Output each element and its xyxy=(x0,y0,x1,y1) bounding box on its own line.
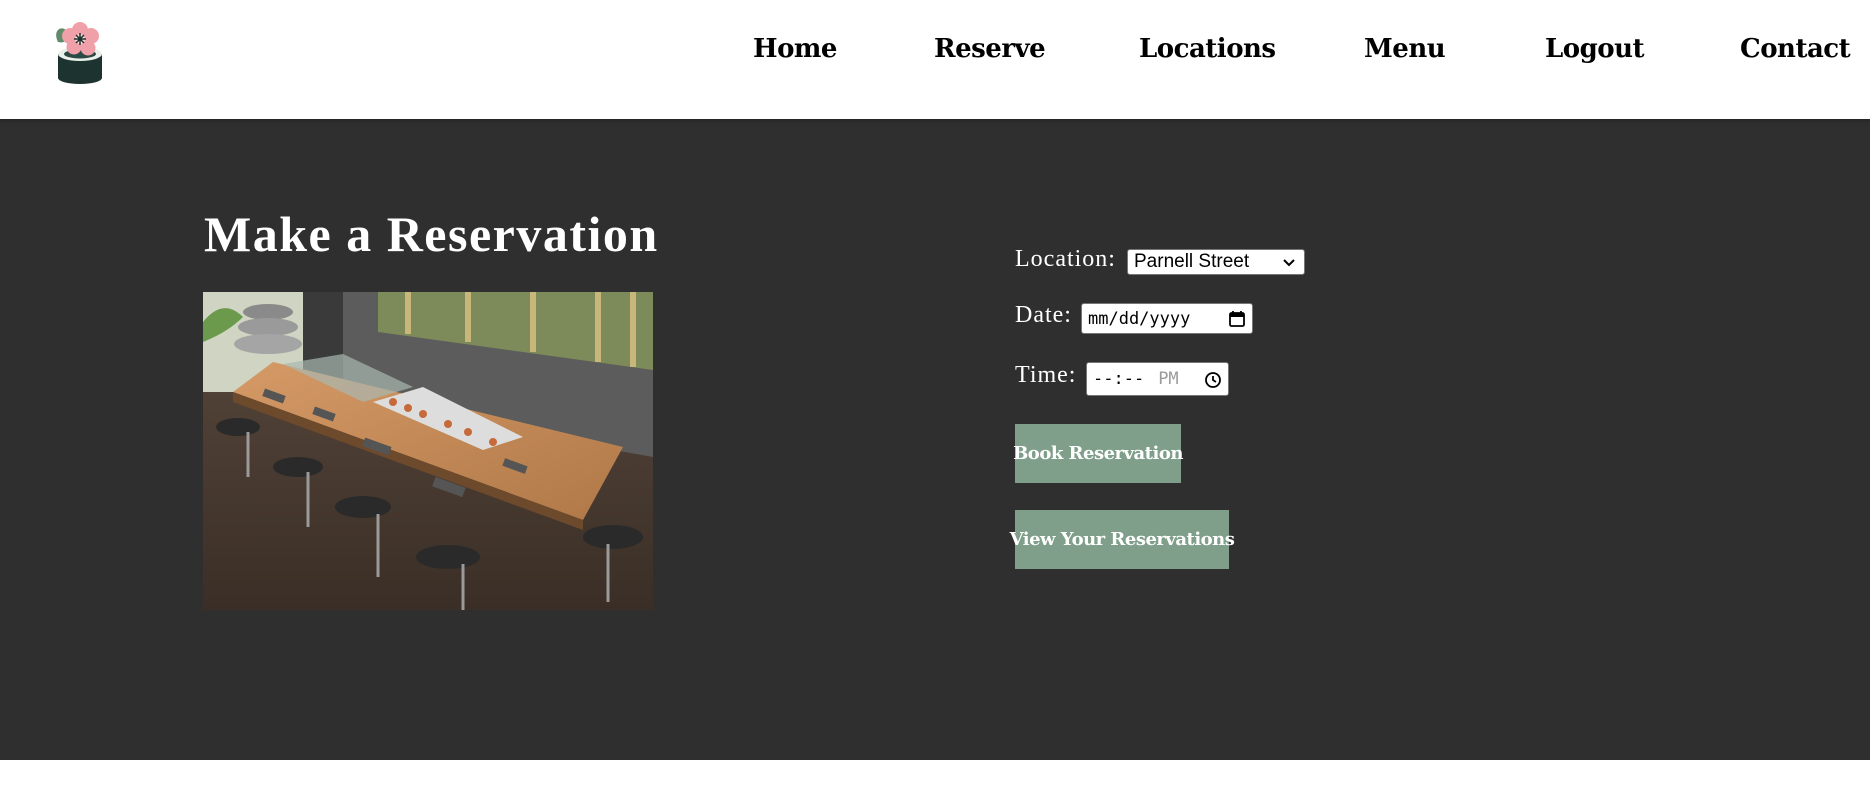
nav-contact[interactable]: Contact xyxy=(1740,34,1851,64)
nav-logout[interactable]: Logout xyxy=(1545,34,1645,64)
location-label: Location: xyxy=(1015,246,1116,272)
date-input-value: mm/dd/yyyy xyxy=(1088,308,1191,329)
location-select[interactable]: Parnell Street xyxy=(1127,249,1305,275)
calendar-icon[interactable] xyxy=(1228,310,1246,328)
reservation-section: Make a Reservation Location: Parnell Str… xyxy=(0,119,1870,760)
nav-home[interactable]: Home xyxy=(753,34,837,64)
nav-reserve[interactable]: Reserve xyxy=(934,34,1046,64)
sushi-logo-icon[interactable] xyxy=(50,16,110,86)
time-period: PM xyxy=(1158,369,1179,389)
time-input[interactable]: --:-- PM xyxy=(1086,362,1229,396)
time-label: Time: xyxy=(1015,362,1077,388)
time-input-value: --:-- xyxy=(1093,369,1145,389)
date-label: Date: xyxy=(1015,302,1072,328)
chevron-down-icon xyxy=(1283,259,1295,267)
site-header: Home Reserve Locations Menu Logout Conta… xyxy=(0,0,1870,119)
clock-icon[interactable] xyxy=(1204,371,1222,389)
sushi-bar-photo xyxy=(203,292,653,610)
nav-locations[interactable]: Locations xyxy=(1139,34,1276,64)
view-reservations-button[interactable]: View Your Reservations xyxy=(1010,510,1235,569)
location-select-value: Parnell Street xyxy=(1134,251,1250,272)
book-reservation-button[interactable]: Book Reservation xyxy=(1013,424,1183,483)
nav-menu[interactable]: Menu xyxy=(1364,34,1446,64)
page-title: Make a Reservation xyxy=(204,206,659,262)
date-input[interactable]: mm/dd/yyyy xyxy=(1081,303,1253,334)
